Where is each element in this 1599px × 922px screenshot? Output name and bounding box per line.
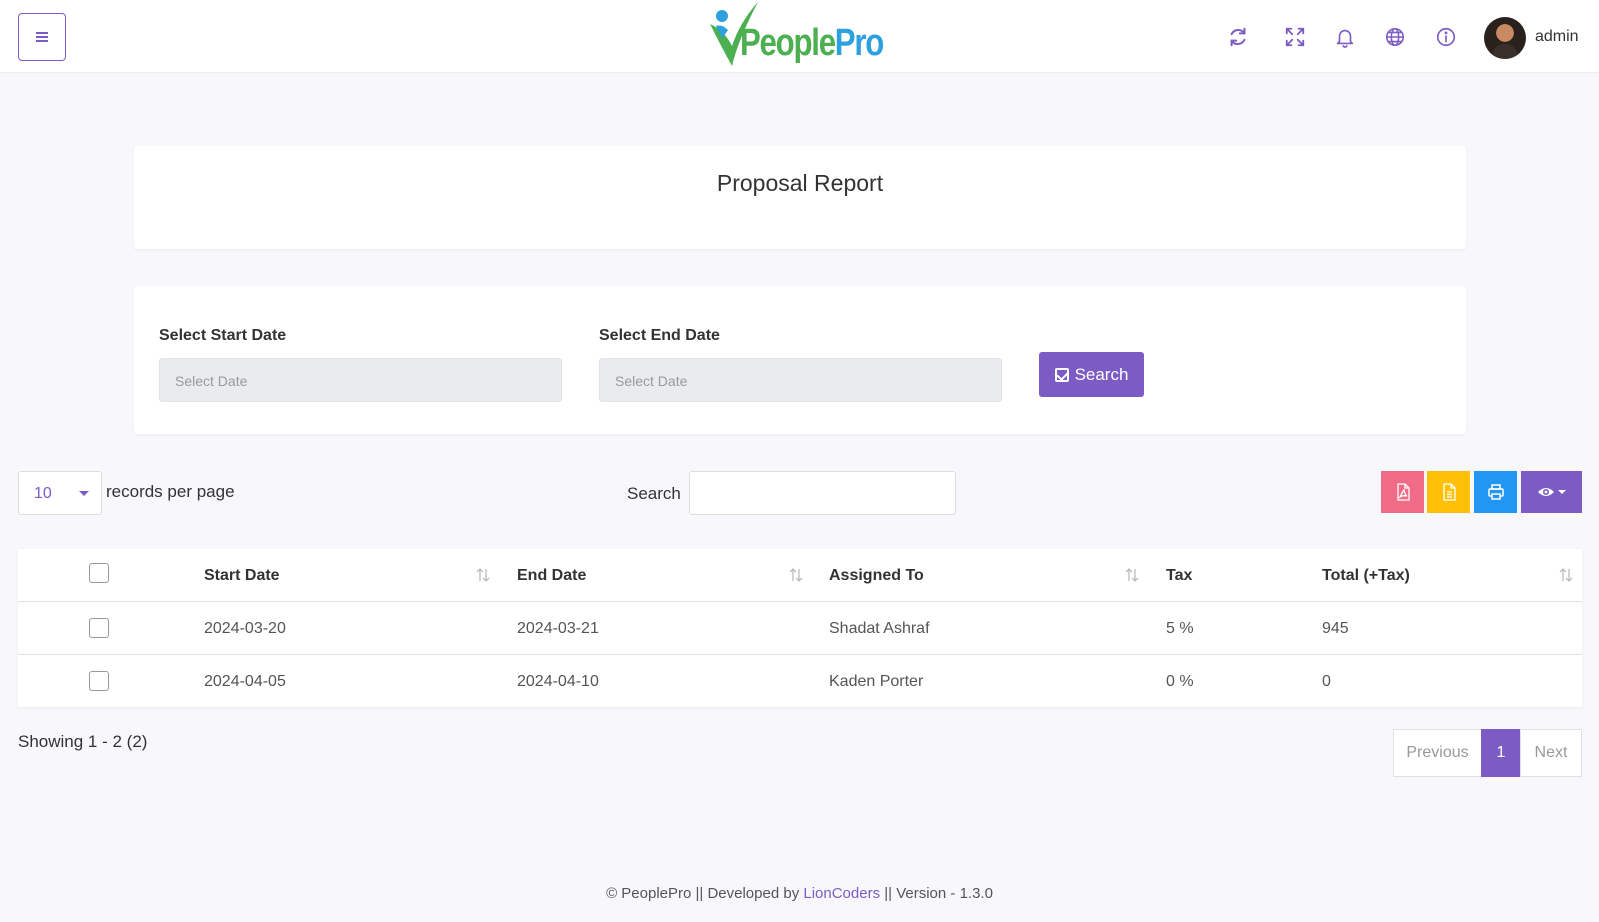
cell-tax: 0 % — [1166, 673, 1194, 690]
liondcoders-link[interactable]: LionCoders — [803, 885, 880, 902]
previous-page-button[interactable]: Previous — [1393, 729, 1482, 777]
refresh-icon[interactable] — [1227, 26, 1251, 50]
cell-start-date: 2024-03-20 — [204, 620, 286, 637]
footer-copyright: © PeoplePro || Developed by — [606, 885, 804, 902]
peoplepro-logo[interactable]: PeoplePro — [706, 0, 884, 74]
sort-icon[interactable] — [476, 567, 490, 583]
top-navbar: PeoplePro admin — [0, 0, 1599, 73]
table-summary: Showing 1 - 2 (2) — [18, 732, 148, 751]
header-divider — [18, 601, 1582, 602]
cell-end-date: 2024-03-21 — [517, 620, 599, 637]
row-divider — [18, 654, 1582, 655]
caret-down-icon — [79, 491, 89, 496]
row-checkbox[interactable] — [89, 618, 109, 638]
sort-icon[interactable] — [1559, 567, 1573, 583]
table-search-input[interactable] — [689, 471, 956, 515]
cell-total: 945 — [1322, 620, 1349, 637]
search-button[interactable]: Search — [1039, 352, 1144, 397]
user-avatar[interactable] — [1484, 17, 1526, 59]
footer: © PeoplePro || Developed by LionCoders |… — [0, 885, 1599, 902]
check-square-icon — [1054, 367, 1069, 382]
next-page-button[interactable]: Next — [1520, 729, 1582, 777]
page-length-value: 10 — [34, 485, 52, 502]
end-date-label: Select End Date — [599, 327, 720, 344]
page-length-select[interactable]: 10 — [18, 471, 102, 515]
sort-icon[interactable] — [1125, 567, 1139, 583]
language-globe-icon[interactable] — [1384, 26, 1408, 50]
print-icon — [1487, 484, 1504, 500]
cell-assigned-to: Kaden Porter — [829, 673, 924, 690]
sort-icon[interactable] — [789, 567, 803, 583]
proposal-table: Start Date End Date Assigned To Tax Tota… — [18, 549, 1582, 707]
column-header-end-date[interactable]: End Date — [517, 567, 586, 585]
export-csv-button[interactable] — [1427, 471, 1470, 513]
start-date-label: Select Start Date — [159, 327, 287, 344]
select-all-checkbox[interactable] — [89, 563, 109, 583]
info-icon[interactable] — [1435, 26, 1459, 50]
eye-icon — [1537, 488, 1566, 496]
fullscreen-icon[interactable] — [1284, 26, 1308, 50]
csv-file-icon — [1442, 483, 1456, 501]
logo-text: PeoplePro — [740, 22, 884, 64]
page-length-label: records per page — [106, 482, 235, 501]
date-filter-card: Select Start Date Select Date Select End… — [134, 286, 1466, 434]
row-checkbox[interactable] — [89, 671, 109, 691]
column-visibility-button[interactable] — [1521, 471, 1582, 513]
cell-assigned-to: Shadat Ashraf — [829, 620, 930, 637]
cell-start-date: 2024-04-05 — [204, 673, 286, 690]
footer-version: || Version - 1.3.0 — [880, 885, 993, 902]
hamburger-icon — [36, 32, 48, 42]
table-search-label: Search — [627, 484, 681, 503]
pdf-file-icon — [1396, 483, 1410, 501]
username-label[interactable]: admin — [1535, 28, 1579, 46]
cell-end-date: 2024-04-10 — [517, 673, 599, 690]
page-1-button[interactable]: 1 — [1481, 729, 1521, 777]
column-header-start-date[interactable]: Start Date — [204, 567, 280, 585]
sidebar-toggle-button[interactable] — [18, 13, 66, 61]
page-title: Proposal Report — [716, 170, 884, 196]
column-header-assigned-to[interactable]: Assigned To — [829, 567, 924, 585]
notification-bell-icon[interactable] — [1334, 26, 1358, 50]
cell-total: 0 — [1322, 673, 1331, 690]
column-header-total[interactable]: Total (+Tax) — [1322, 567, 1410, 585]
start-date-input[interactable]: Select Date — [159, 358, 562, 402]
cell-tax: 5 % — [1166, 620, 1194, 637]
column-header-tax[interactable]: Tax — [1166, 567, 1192, 585]
page-title-card: Proposal Report — [134, 146, 1466, 249]
export-pdf-button[interactable] — [1381, 471, 1424, 513]
print-button[interactable] — [1474, 471, 1517, 513]
search-button-label: Search — [1074, 364, 1129, 384]
end-date-input[interactable]: Select Date — [599, 358, 1002, 402]
